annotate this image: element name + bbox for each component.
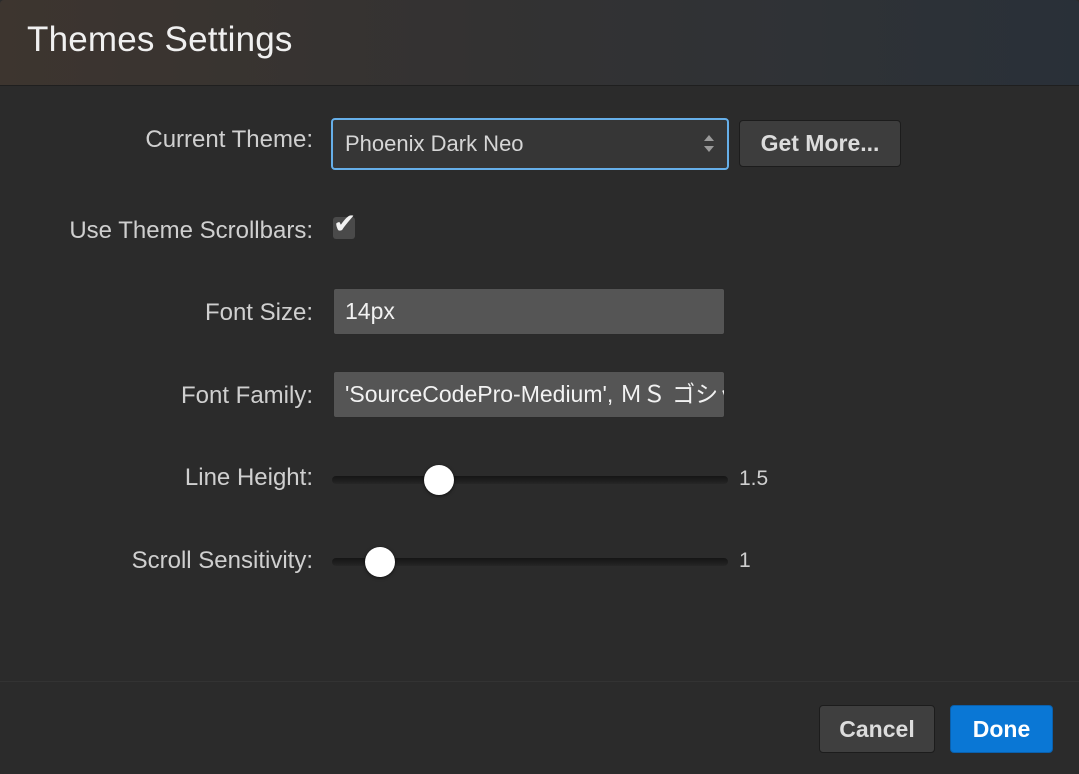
theme-scrollbars-checkbox[interactable]: ✔ [333, 209, 356, 239]
line-height-slider[interactable] [332, 465, 728, 495]
current-theme-select[interactable]: Phoenix Dark Neo [331, 118, 729, 170]
font-size-label: Font Size: [204, 299, 313, 326]
current-theme-label: Current Theme: [145, 126, 313, 153]
theme-scrollbars-label: Use Theme Scrollbars: [69, 217, 313, 244]
line-height-value: 1.5 [739, 467, 769, 490]
done-button[interactable]: Done [950, 705, 1053, 753]
scroll-sensitivity-value: 1 [739, 549, 751, 572]
font-family-label: Font Family: [180, 382, 313, 409]
font-family-input[interactable]: 'SourceCodePro-Medium', ＭＳ ゴシック [333, 371, 725, 418]
footer-divider [0, 681, 1079, 682]
dialog-header: Themes Settings [0, 0, 1079, 86]
checkmark-icon: ✔ [333, 208, 357, 239]
scroll-sensitivity-label: Scroll Sensitivity: [131, 547, 313, 574]
updown-arrows-icon [703, 132, 715, 156]
current-theme-value: Phoenix Dark Neo [345, 131, 524, 156]
line-height-slider-thumb[interactable] [423, 465, 454, 495]
themes-settings-dialog: Themes Settings Current Theme: Phoenix D… [0, 0, 1079, 774]
cancel-button[interactable]: Cancel [819, 705, 935, 753]
scroll-sensitivity-slider[interactable] [332, 547, 728, 577]
font-size-input[interactable]: 14px [333, 288, 725, 335]
dialog-title: Themes Settings [27, 20, 293, 59]
line-height-label: Line Height: [184, 464, 313, 491]
get-more-button[interactable]: Get More... [739, 120, 901, 167]
scroll-sensitivity-slider-thumb[interactable] [364, 547, 395, 577]
